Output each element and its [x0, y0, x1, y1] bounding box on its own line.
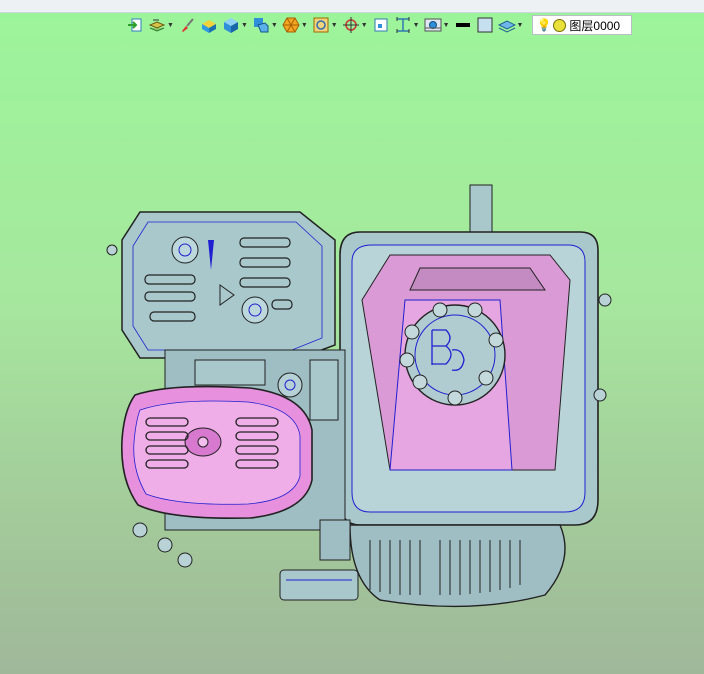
layers-stack-button[interactable]: ▼	[147, 14, 175, 36]
shaded-box-icon	[200, 16, 218, 34]
render-settings-button[interactable]: ▼	[423, 14, 451, 36]
line-color-button[interactable]	[453, 14, 473, 36]
fill-color-button[interactable]	[475, 14, 495, 36]
3d-viewport[interactable]	[0, 38, 704, 674]
muffler	[121, 385, 313, 520]
light-bulb-icon: 💡	[536, 18, 552, 32]
chevron-down-icon: ▼	[516, 21, 524, 29]
layer-visibility-button[interactable]: ▼	[497, 14, 525, 36]
brush-button[interactable]	[177, 14, 197, 36]
chevron-down-icon: ▼	[412, 21, 420, 29]
chevron-down-icon: ▼	[300, 21, 308, 29]
engine-model	[106, 184, 612, 608]
shaded-box-button[interactable]	[199, 14, 219, 36]
line-color-swatch-icon	[454, 16, 472, 34]
polygon-select-icon	[282, 16, 300, 34]
view-toolbar: ▼ ▼ ▼ ▼ ▼ ▼ ▼ ▼ ▼ 💡 图层0000	[125, 13, 704, 37]
recoil-starter	[279, 519, 566, 608]
cube-button[interactable]: ▼	[221, 14, 249, 36]
chevron-down-icon: ▼	[330, 21, 338, 29]
polygon-select-button[interactable]: ▼	[281, 14, 309, 36]
layer-state-icon	[553, 18, 567, 32]
frame-button[interactable]	[371, 14, 391, 36]
chevron-down-icon: ▼	[240, 21, 248, 29]
exit-view-button[interactable]	[125, 14, 145, 36]
chevron-down-icon: ▼	[167, 21, 174, 29]
render-settings-icon	[424, 16, 442, 34]
crosshair-icon	[342, 16, 360, 34]
exit-view-icon	[126, 16, 144, 34]
air-filter-housing	[121, 211, 336, 359]
frame-icon	[372, 16, 390, 34]
brush-icon	[178, 16, 196, 34]
chevron-down-icon: ▼	[442, 21, 450, 29]
layer-visibility-icon	[497, 16, 516, 34]
view-orientation-icon	[252, 16, 270, 34]
wireframe-cube-button[interactable]: ▼	[311, 14, 339, 36]
title-strip	[0, 0, 704, 13]
chevron-down-icon: ▼	[270, 21, 278, 29]
fuel-tank	[339, 184, 599, 526]
layer-name: 图层0000	[569, 18, 621, 33]
crosshair-button[interactable]: ▼	[341, 14, 369, 36]
fill-color-swatch-icon	[476, 16, 494, 34]
cube-icon	[222, 16, 240, 34]
layer-selector[interactable]: 💡 图层0000	[532, 15, 633, 35]
dimension-icon	[394, 16, 412, 34]
dimension-button[interactable]: ▼	[393, 14, 421, 36]
layers-stack-icon	[148, 16, 166, 34]
view-orientation-button[interactable]: ▼	[251, 14, 279, 36]
wireframe-cube-icon	[312, 16, 330, 34]
chevron-down-icon: ▼	[360, 21, 368, 29]
